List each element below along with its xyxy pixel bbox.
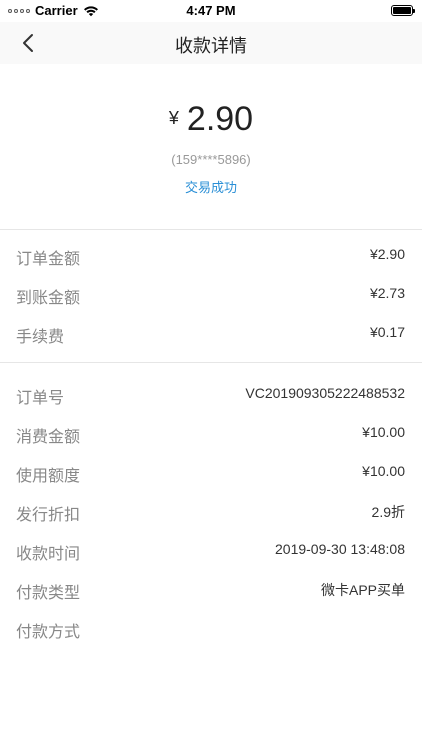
detail-row-received-amount: 到账金额 ¥2.73 [0,274,422,313]
detail-value: ¥10.00 [362,463,405,479]
detail-row-consumption-amount: 消费金额 ¥10.00 [0,413,422,452]
amount-summary: ¥2.90 (159****5896) 交易成功 [0,64,422,230]
page-title: 收款详情 [175,36,247,56]
order-details-list: 订单号 VC201909305222488532 消费金额 ¥10.00 使用额… [0,374,422,647]
detail-value: ¥0.17 [369,324,405,340]
detail-value: ¥2.73 [369,285,405,301]
detail-label: 使用额度 [16,468,81,485]
detail-value: ¥10.00 [362,424,405,440]
transaction-status[interactable]: 交易成功 [0,177,422,196]
detail-label: 消费金额 [16,429,81,446]
amount-value: 2.90 [186,100,254,138]
navigation-bar: 收款详情 [0,22,422,64]
status-time: 4:47 PM [186,3,236,18]
detail-row-payment-time: 收款时间 2019-09-30 13:48:08 [0,530,422,569]
detail-row-order-number: 订单号 VC201909305222488532 [0,374,422,413]
detail-value: ¥2.90 [369,246,405,262]
detail-label: 付款类型 [16,585,81,602]
detail-row-used-quota: 使用额度 ¥10.00 [0,452,422,491]
detail-label: 订单金额 [16,251,81,268]
detail-row-payment-type: 付款类型 微卡APP买单 [0,569,422,608]
status-bar: Carrier 4:47 PM [0,0,422,22]
detail-row-payment-method: 付款方式 [0,608,422,647]
currency-symbol: ¥ [168,108,179,128]
detail-label: 订单号 [16,390,65,407]
detail-label: 到账金额 [16,290,81,307]
divider [0,362,422,363]
amount-display: ¥2.90 [0,100,422,139]
divider [0,229,422,230]
payer-account: (159****5896) [171,152,251,167]
detail-label: 收款时间 [16,546,81,563]
detail-row-discount: 发行折扣 2.9折 [0,491,422,530]
detail-label: 付款方式 [16,624,81,641]
detail-value: 2.9折 [371,504,405,520]
detail-row-fee: 手续费 ¥0.17 [0,313,422,352]
detail-label: 手续费 [16,329,65,346]
detail-value: 2019-09-30 13:48:08 [275,541,405,557]
battery-icon [391,5,415,16]
detail-value: VC201909305222488532 [245,385,405,401]
detail-value: 微卡APP买单 [320,582,405,598]
detail-label: 发行折扣 [16,507,81,524]
detail-row-order-amount: 订单金额 ¥2.90 [0,235,422,274]
amount-details-list: 订单金额 ¥2.90 到账金额 ¥2.73 手续费 ¥0.17 [0,235,422,352]
